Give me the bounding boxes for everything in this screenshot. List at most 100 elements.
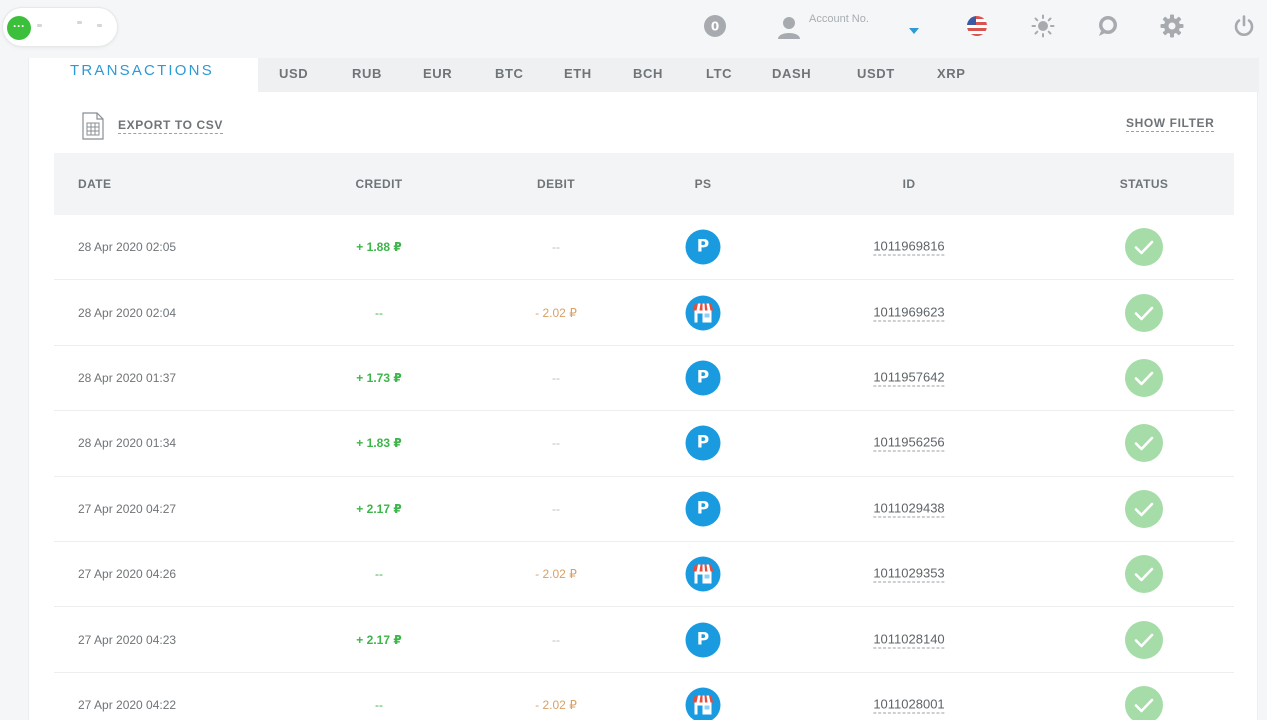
column-date: DATE: [78, 177, 112, 191]
row-transaction-id[interactable]: 1011028140: [873, 631, 945, 649]
row-transaction-id[interactable]: 1011029438: [873, 500, 945, 518]
tab-transactions-label: TRANSACTIONS: [70, 62, 214, 79]
row-debit: --: [552, 240, 560, 255]
status-check-icon: [1125, 293, 1163, 332]
table-row: 28 Apr 2020 01:37 + 1.73 ₽ -- P 10119576…: [54, 345, 1234, 412]
chat-icon[interactable]: [1096, 14, 1120, 38]
row-credit: --: [375, 305, 383, 320]
row-ps: [685, 295, 721, 331]
chevron-down-icon: [909, 28, 919, 34]
account-label: Account No.: [809, 13, 869, 25]
tab-bch[interactable]: BCH: [633, 66, 663, 81]
row-status: [1125, 685, 1163, 720]
row-date: 27 Apr 2020 04:26: [78, 567, 177, 582]
row-ps: P: [685, 491, 721, 527]
status-check-icon: [1125, 685, 1163, 720]
status-check-icon: [1125, 424, 1163, 463]
status-check-icon: [1125, 620, 1163, 659]
row-date: 28 Apr 2020 02:05: [78, 240, 177, 255]
row-ps: P: [685, 622, 721, 658]
payeer-icon: P: [685, 622, 721, 658]
row-status: [1125, 620, 1163, 659]
row-date: 27 Apr 2020 04:27: [78, 501, 177, 516]
brand-dot-icon: ···: [7, 16, 31, 40]
row-credit: + 2.17 ₽: [356, 501, 402, 516]
tab-xrp[interactable]: XRP: [937, 66, 966, 81]
account-selector[interactable]: Account No.: [776, 12, 926, 42]
sun-icon[interactable]: [1031, 14, 1055, 38]
currency-tabs: TRANSACTIONS USD RUB EUR BTC ETH BCH LTC…: [29, 58, 1259, 92]
tab-rub[interactable]: RUB: [352, 66, 382, 81]
row-debit: --: [552, 501, 560, 516]
row-transaction-id[interactable]: 1011969623: [873, 304, 945, 322]
row-transaction-id[interactable]: 1011956256: [873, 435, 945, 452]
row-credit: + 1.83 ₽: [356, 436, 402, 451]
row-debit: - 2.02 ₽: [535, 567, 577, 582]
row-ps: P: [685, 360, 721, 396]
row-date: 28 Apr 2020 02:04: [78, 305, 177, 320]
row-credit: --: [375, 567, 383, 582]
us-flag-icon[interactable]: [965, 14, 989, 38]
payeer-icon: P: [685, 491, 721, 527]
row-debit: --: [552, 436, 560, 451]
payeer-icon: P: [685, 229, 721, 265]
shop-icon: [685, 687, 721, 720]
row-ps: P: [685, 229, 721, 265]
shop-icon: [685, 295, 721, 331]
brand-text-placeholder: [37, 24, 42, 27]
currency-tab-strip: USD RUB EUR BTC ETH BCH LTC DASH USDT XR…: [258, 58, 1259, 92]
tab-usdt[interactable]: USDT: [857, 66, 895, 81]
power-icon[interactable]: [1232, 14, 1256, 38]
row-transaction-id[interactable]: 1011029353: [873, 566, 945, 583]
tab-ltc[interactable]: LTC: [706, 66, 732, 81]
row-date: 27 Apr 2020 04:23: [78, 632, 177, 647]
payeer-icon: P: [685, 360, 721, 396]
column-status: STATUS: [1119, 177, 1169, 191]
svg-text:0: 0: [711, 20, 719, 34]
row-credit: + 2.17 ₽: [356, 632, 402, 647]
table-row: 28 Apr 2020 01:34 + 1.83 ₽ -- P 10119562…: [54, 411, 1234, 477]
tab-dash[interactable]: DASH: [772, 66, 811, 81]
status-check-icon: [1125, 489, 1163, 528]
row-status: [1125, 358, 1163, 397]
payeer-icon: P: [685, 425, 721, 461]
show-filter-button[interactable]: SHOW FILTER: [1126, 116, 1215, 132]
row-ps: [685, 556, 721, 592]
status-check-icon: [1125, 555, 1163, 594]
row-status: [1125, 555, 1163, 594]
row-date: 28 Apr 2020 01:34: [78, 436, 177, 451]
row-status: [1125, 293, 1163, 332]
table-row: 28 Apr 2020 02:05 + 1.88 ₽ -- P 10119698…: [54, 215, 1234, 281]
table-row: 28 Apr 2020 02:04 -- - 2.02 ₽ 1011969623: [54, 280, 1234, 346]
tab-btc[interactable]: BTC: [495, 66, 524, 81]
row-ps: P: [685, 425, 721, 461]
notification-count-icon[interactable]: 0: [703, 14, 727, 38]
row-transaction-id[interactable]: 1011969816: [873, 239, 945, 256]
shop-icon: [685, 556, 721, 592]
tab-transactions[interactable]: TRANSACTIONS: [29, 58, 258, 92]
row-status: [1125, 228, 1163, 267]
row-debit: - 2.02 ₽: [535, 305, 577, 320]
transactions-table: DATE CREDIT DEBIT PS ID STATUS 28 Apr 20…: [54, 153, 1234, 720]
column-id: ID: [902, 177, 916, 191]
row-debit: --: [552, 632, 560, 647]
row-debit: - 2.02 ₽: [535, 697, 577, 712]
row-transaction-id[interactable]: 1011028001: [873, 696, 945, 714]
brand-text-placeholder: [77, 21, 82, 24]
brand-logo[interactable]: ···: [2, 7, 118, 47]
row-status: [1125, 489, 1163, 528]
table-row: 27 Apr 2020 04:23 + 2.17 ₽ -- P 10110281…: [54, 607, 1234, 673]
row-credit: + 1.73 ₽: [356, 370, 402, 385]
tab-eth[interactable]: ETH: [564, 66, 592, 81]
tab-usd[interactable]: USD: [279, 66, 308, 81]
row-transaction-id[interactable]: 1011957642: [873, 369, 945, 387]
table-row: 27 Apr 2020 04:26 -- - 2.02 ₽ 1011029353: [54, 541, 1234, 608]
row-date: 27 Apr 2020 04:22: [78, 697, 177, 712]
table-header: DATE CREDIT DEBIT PS ID STATUS: [54, 153, 1234, 215]
transactions-panel: TRANSACTIONS USD RUB EUR BTC ETH BCH LTC…: [28, 58, 1259, 720]
gear-icon[interactable]: [1160, 14, 1184, 38]
column-ps: PS: [694, 177, 712, 191]
export-csv-label: EXPORT TO CSV: [118, 118, 223, 134]
row-debit: --: [552, 370, 560, 385]
tab-eur[interactable]: EUR: [423, 66, 452, 81]
